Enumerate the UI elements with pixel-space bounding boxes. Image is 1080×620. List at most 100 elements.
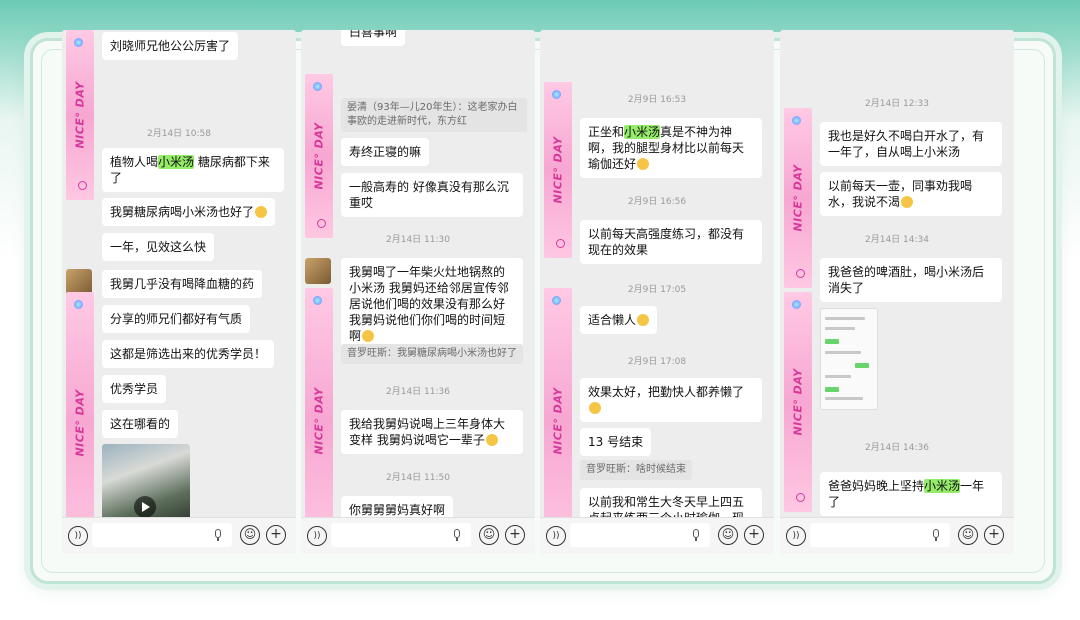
emoji-icon[interactable]: ☺ <box>240 525 260 545</box>
message[interactable]: 正坐和小米汤真是不神为神啊，我的腿型身材比以前每天瑜伽还好 <box>580 118 762 178</box>
timestamp: 2月14日 11:36 <box>386 387 450 397</box>
input-bar: )) ☺ + <box>540 517 774 554</box>
message-bubble: 一年，见效这么快 <box>102 233 215 261</box>
message[interactable]: 我舅几乎没有喝降血糖的药 <box>102 270 263 298</box>
message[interactable]: 分享的师兄们都好有气质 <box>102 305 251 333</box>
message-bubble: 植物人喝小米汤 糖尿病都下来了 <box>102 148 284 192</box>
sticker-nice-day: NICE° DAY <box>305 74 333 238</box>
message[interactable]: 我给我舅妈说喝上三年身体大变样 我舅妈说喝它一辈子 <box>341 410 523 454</box>
voice-icon[interactable]: )) <box>786 526 806 546</box>
message[interactable]: 爸爸妈妈晚上坚持小米汤一年了 <box>820 472 1002 516</box>
emoji-icon <box>485 434 498 446</box>
message-bubble: 适合懒人 <box>580 306 658 334</box>
grin-emoji-icon <box>255 206 268 218</box>
message-list[interactable]: NICE° DAY 刘晓师兄他公公厉害了 2月14日 10:58 植物人喝小米汤… <box>62 30 296 518</box>
play-icon <box>134 496 156 518</box>
sticker-label: NICE° DAY <box>791 368 805 436</box>
timestamp: 2月14日 11:50 <box>386 473 450 483</box>
highlighted-keyword: 小米汤 <box>924 479 961 493</box>
message-bubble: 你舅舅舅妈真好啊 <box>341 496 454 518</box>
message[interactable]: 我舅糖尿病喝小米汤也好了 <box>102 198 276 226</box>
mic-icon[interactable] <box>453 529 461 541</box>
quoted-reply[interactable]: 晏清（93年—儿20年生）：这老家办白事欧的走进新时代，东方红 <box>341 98 527 132</box>
message[interactable]: 寿终正寝的嘛 <box>341 138 430 166</box>
voice-icon[interactable]: )) <box>546 526 566 546</box>
message[interactable]: 以前每天一壶，同事劝我喝水，我说不渴 <box>820 172 1002 216</box>
mic-icon[interactable] <box>214 529 222 541</box>
message-input[interactable] <box>92 523 232 547</box>
message-input[interactable] <box>570 523 710 547</box>
emoji-icon <box>362 330 375 342</box>
message[interactable]: 一年，见效这么快 <box>102 233 215 261</box>
message-bubble: 13 号结束 <box>580 428 652 456</box>
message[interactable]: 植物人喝小米汤 糖尿病都下来了 <box>102 148 284 192</box>
sticker-nice-day: NICE° DAY <box>544 288 572 518</box>
sticker-nice-day: NICE° DAY <box>784 292 812 512</box>
message-bubble: 我舅喝了一年柴火灶地锅熬的小米汤 我舅妈还给邻居宣传邻居说他们喝的效果没有那么好… <box>341 258 523 350</box>
message-bubble: 白喜事啊 <box>341 30 406 46</box>
emoji-icon[interactable]: ☺ <box>958 525 978 545</box>
message[interactable]: 13 号结束 <box>580 428 652 456</box>
message[interactable]: 这都是筛选出来的优秀学员！ <box>102 340 275 368</box>
message-bubble: 以前我和常生大冬天早上四五点起来练两三个小时瑜伽，现 <box>580 488 762 518</box>
message-bubble: 正坐和小米汤真是不神为神啊，我的腿型身材比以前每天瑜伽还好 <box>580 118 762 178</box>
message-bubble: 刘晓师兄他公公厉害了 <box>102 32 239 60</box>
quoted-reply[interactable]: 音罗旺斯：我舅糖尿病喝小米汤也好了 <box>341 344 523 364</box>
plus-icon[interactable]: + <box>505 525 525 545</box>
message[interactable]: 优秀学员 <box>102 375 167 403</box>
sticker-label: NICE° DAY <box>312 387 326 455</box>
message[interactable]: 我舅喝了一年柴火灶地锅熬的小米汤 我舅妈还给邻居宣传邻居说他们喝的效果没有那么好… <box>341 258 523 350</box>
message-bubble: 这在哪看的 <box>102 410 179 438</box>
timestamp: 2月9日 17:08 <box>627 357 687 367</box>
message-list[interactable]: NICE° DAY 白喜事啊 晏清（93年—儿20年生）：这老家办白事欧的走进新… <box>301 30 535 518</box>
message-list[interactable]: NICE° DAY 2月14日 12:33 我也是好久不喝白开水了，有一年了，自… <box>780 30 1014 518</box>
message-input[interactable] <box>331 523 471 547</box>
message[interactable]: 一般高寿的 好像真没有那么沉重哎 <box>341 173 523 217</box>
sticker-nice-day: NICE° DAY <box>66 292 94 518</box>
plus-icon[interactable]: + <box>984 525 1004 545</box>
chat-panel-2: NICE° DAY 白喜事啊 晏清（93年—儿20年生）：这老家办白事欧的走进新… <box>301 30 535 554</box>
highlighted-keyword: 小米汤 <box>158 155 195 169</box>
message-bubble: 优秀学员 <box>102 375 167 403</box>
message[interactable]: 效果太好，把勤快人都养懒了 <box>580 378 762 422</box>
quoted-reply[interactable]: 音罗旺斯：啥时候结束 <box>580 460 692 480</box>
message-bubble: 这都是筛选出来的优秀学员！ <box>102 340 275 368</box>
video-thumbnail[interactable] <box>102 444 190 518</box>
input-bar: )) ☺ + <box>301 517 535 554</box>
message[interactable]: 刘晓师兄他公公厉害了 <box>102 32 239 60</box>
sticker-nice-day: NICE° DAY <box>305 288 333 518</box>
emoji-icon[interactable]: ☺ <box>479 525 499 545</box>
timestamp: 2月9日 16:53 <box>627 95 687 105</box>
message[interactable]: 白喜事啊 <box>341 30 406 46</box>
input-bar: )) ☺ + <box>780 517 1014 554</box>
message[interactable]: 我也是好久不喝白开水了，有一年了，自从喝上小米汤 <box>820 122 1002 166</box>
message-bubble: 我给我舅妈说喝上三年身体大变样 我舅妈说喝它一辈子 <box>341 410 523 454</box>
message-bubble: 分享的师兄们都好有气质 <box>102 305 251 333</box>
emoji-icon <box>637 314 650 326</box>
message-bubble: 我舅糖尿病喝小米汤也好了 <box>102 198 276 226</box>
voice-icon[interactable]: )) <box>307 526 327 546</box>
screenshot-thumbnail[interactable] <box>820 308 878 410</box>
message-input[interactable] <box>810 523 950 547</box>
message[interactable]: 这在哪看的 <box>102 410 179 438</box>
avatar[interactable] <box>305 258 331 284</box>
message-bubble: 以前每天高强度练习，都没有现在的效果 <box>580 220 762 264</box>
mic-icon[interactable] <box>932 529 940 541</box>
message[interactable]: 适合懒人 <box>580 306 658 334</box>
highlighted-keyword: 小米汤 <box>624 125 661 139</box>
message[interactable]: 以前我和常生大冬天早上四五点起来练两三个小时瑜伽，现 <box>580 488 762 518</box>
message[interactable]: 以前每天高强度练习，都没有现在的效果 <box>580 220 762 264</box>
sticker-label: NICE° DAY <box>551 387 565 455</box>
plus-icon[interactable]: + <box>266 525 286 545</box>
chat-panel-3: NICE° DAY 2月9日 16:53 正坐和小米汤真是不神为神啊，我的腿型身… <box>540 30 774 554</box>
message-bubble: 爸爸妈妈晚上坚持小米汤一年了 <box>820 472 1002 516</box>
message-bubble: 以前每天一壶，同事劝我喝水，我说不渴 <box>820 172 1002 216</box>
emoji-icon[interactable]: ☺ <box>718 525 738 545</box>
mic-icon[interactable] <box>692 529 700 541</box>
voice-icon[interactable]: )) <box>68 526 88 546</box>
message[interactable]: 我爸爸的啤酒肚，喝小米汤后消失了 <box>820 258 1002 302</box>
message-list[interactable]: NICE° DAY 2月9日 16:53 正坐和小米汤真是不神为神啊，我的腿型身… <box>540 30 774 518</box>
plus-icon[interactable]: + <box>744 525 764 545</box>
message[interactable]: 你舅舅舅妈真好啊 <box>341 496 454 518</box>
timestamp: 2月9日 16:56 <box>627 197 687 207</box>
